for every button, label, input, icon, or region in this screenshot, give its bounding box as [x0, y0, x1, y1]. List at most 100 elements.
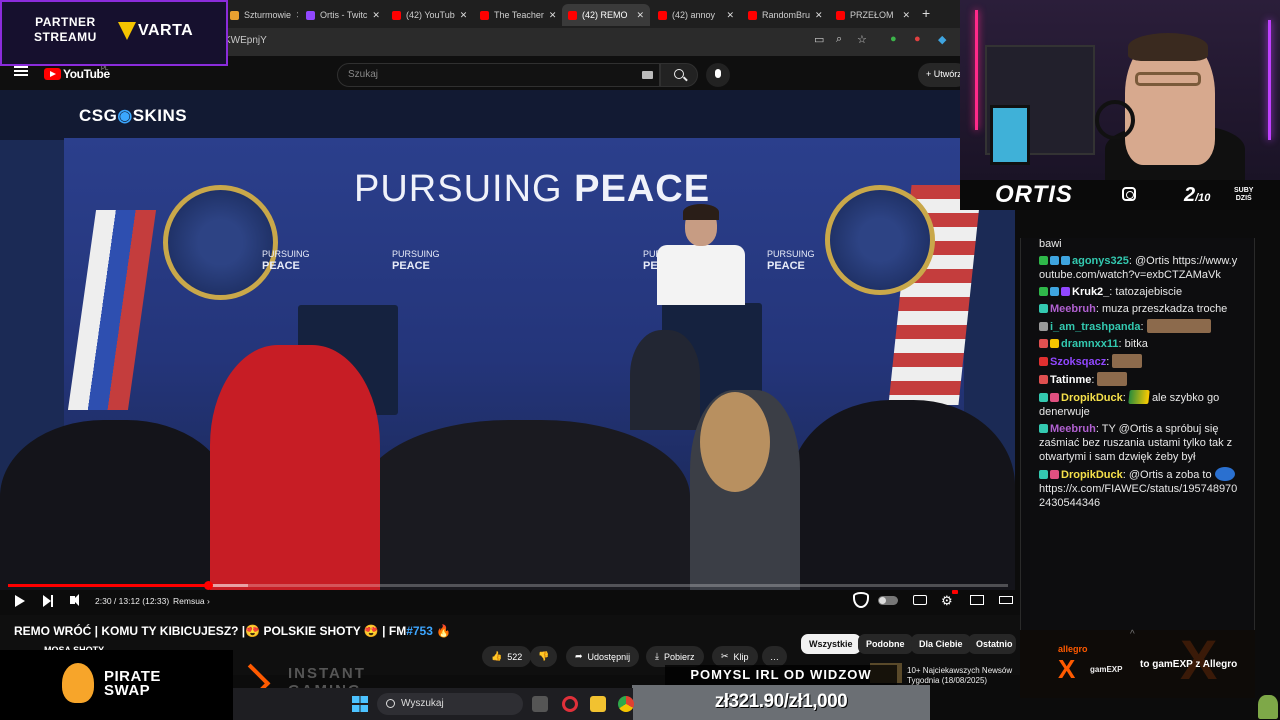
play-icon[interactable]	[15, 595, 25, 607]
thumbs-down-icon: 👎	[538, 651, 550, 661]
chat-badge-icon	[1039, 470, 1048, 479]
shield-icon[interactable]	[853, 592, 869, 608]
extension-icon[interactable]: ●	[890, 33, 897, 45]
browser-tab[interactable]: (42) REMO ✕	[562, 4, 650, 26]
neon-light	[1268, 20, 1271, 140]
autoplay-toggle[interactable]	[878, 596, 898, 605]
close-tab-icon[interactable]: ✕	[372, 10, 380, 21]
recommendation-title[interactable]: 10+ Najciekawszych Newsów Tygodnia (18/0…	[907, 666, 1012, 686]
search-button[interactable]	[660, 63, 698, 87]
chip-recent[interactable]: Ostatnio	[968, 634, 1016, 654]
youtube-logo-icon[interactable]	[44, 68, 61, 80]
progress-played	[8, 584, 208, 587]
dislike-button[interactable]: 👎	[530, 646, 558, 667]
share-button[interactable]: ➦ Udostępnij	[566, 646, 640, 667]
cast-icon[interactable]: ▭	[814, 33, 824, 46]
close-tab-icon[interactable]: ✕	[296, 10, 298, 21]
windows-start-icon[interactable]	[352, 696, 368, 712]
video-title: REMO WRÓĆ | KOMU TY KIBICUJESZ? |😍 POLSK…	[14, 624, 452, 638]
close-tab-icon[interactable]: ✕	[902, 10, 910, 21]
close-tab-icon[interactable]: ✕	[726, 10, 734, 21]
monitor	[990, 105, 1030, 165]
chat-emote	[1146, 319, 1211, 333]
tab-label: (42) REMO	[582, 10, 628, 20]
zoom-icon[interactable]: ⌕	[836, 33, 842, 46]
chat-badge-icon	[1050, 339, 1059, 348]
gamexp-logo-text: gamEXP	[1090, 665, 1123, 674]
donation-goal-amount: zł321.90/zł1,000	[632, 685, 930, 720]
close-tab-icon[interactable]: ✕	[815, 10, 823, 21]
next-icon[interactable]	[43, 595, 53, 607]
browser-tab[interactable]: Ortis - Twitc ✕	[300, 4, 384, 26]
close-tab-icon[interactable]: ✕	[460, 10, 468, 21]
chat-username[interactable]: i_am_trashpanda	[1050, 321, 1140, 333]
volume-icon[interactable]	[70, 594, 79, 606]
close-tab-icon[interactable]: ✕	[549, 10, 557, 21]
browser-tab[interactable]: Szturmowie ✕	[224, 4, 298, 26]
tab-label: RandomBru	[762, 10, 811, 20]
download-button[interactable]: ⤓ Pobierz	[646, 646, 704, 667]
browser-tab[interactable]: (42) YouTub ✕	[386, 4, 472, 26]
chat-badge-icon	[1039, 287, 1048, 296]
hashtag-link[interactable]: #753	[406, 624, 433, 638]
allegro-caption: to gamEXP z Allegro	[1140, 659, 1238, 670]
bookmark-star-icon[interactable]: ☆	[857, 33, 867, 46]
file-explorer-icon[interactable]	[590, 696, 606, 712]
partner-label: PARTNER STREAMU	[34, 15, 97, 44]
chat-username[interactable]: dramnxx11	[1061, 338, 1118, 350]
opera-icon[interactable]	[562, 696, 578, 712]
csgo-skins-logo: CSG◉SKINS	[79, 106, 188, 125]
gear-icon[interactable]: ⚙	[941, 593, 953, 609]
browser-tab[interactable]: (42) annoy ✕	[652, 4, 740, 26]
chat-message: agonys325: @Ortis https://www.youtube.co…	[1039, 255, 1238, 281]
tab-label: (42) YouTub	[406, 10, 455, 20]
crowd	[360, 420, 690, 590]
chat-username[interactable]: Tatinme	[1050, 374, 1091, 386]
create-label: Utwórz	[933, 69, 962, 79]
chat-badge-icon	[1039, 339, 1048, 348]
miniplayer-icon[interactable]	[970, 595, 984, 605]
gamexp-x-icon: X	[1058, 654, 1076, 684]
theater-mode-icon[interactable]	[999, 596, 1013, 604]
keyboard-icon[interactable]	[642, 71, 653, 79]
chat-username[interactable]: agonys325	[1072, 255, 1129, 267]
search-input[interactable]: Szukaj	[337, 63, 660, 87]
chat-username[interactable]: Szoksqacz	[1050, 356, 1106, 368]
chat-username[interactable]: Meebruh	[1050, 423, 1096, 435]
browser-tab[interactable]: The Teacher ✕	[474, 4, 560, 26]
chat-message: i_am_trashpanda:	[1039, 319, 1239, 334]
hd-badge	[952, 590, 958, 594]
more-icon: …	[770, 651, 779, 662]
browser-tab[interactable]: RandomBru ✕	[742, 4, 828, 26]
task-view-icon[interactable]	[532, 696, 548, 712]
chat-username[interactable]: Kruk2_	[1072, 286, 1109, 298]
menu-icon[interactable]	[14, 66, 28, 76]
new-tab-button[interactable]: +	[922, 5, 930, 21]
browser-tab[interactable]: PRZEŁOM ✕	[830, 4, 916, 26]
chapter-button[interactable]: Remsua ›	[173, 596, 210, 606]
taskbar-search[interactable]: Wyszukaj	[377, 693, 523, 715]
microphone-icon[interactable]	[706, 63, 730, 87]
chrome-icon[interactable]	[618, 696, 634, 712]
chip-all[interactable]: Wszystkie	[801, 634, 861, 654]
chat-badge-icon	[1039, 424, 1048, 433]
chat-text: @Ortis a zoba to	[1128, 469, 1212, 481]
close-tab-icon[interactable]: ✕	[636, 10, 644, 21]
like-button[interactable]: 👍 522	[482, 646, 532, 667]
extension-icon[interactable]: ●	[914, 33, 921, 45]
url-text[interactable]: KWEpnjY	[224, 35, 267, 46]
chip-related[interactable]: Podobne	[858, 634, 913, 654]
chat-username[interactable]: Meebruh	[1050, 303, 1096, 315]
chip-for-you[interactable]: Dla Ciebie	[911, 634, 971, 654]
subtitles-icon[interactable]	[913, 595, 927, 605]
progress-scrubber[interactable]	[204, 581, 213, 590]
clip-button[interactable]: ✂ Klip	[712, 646, 758, 667]
chat-badge-icon	[1039, 375, 1048, 384]
more-actions-button[interactable]: …	[762, 646, 787, 667]
chat-link[interactable]: https://x.com/FIAWEC/status/195748970243…	[1039, 482, 1239, 510]
chat-username[interactable]: DropikDuck	[1061, 469, 1123, 481]
chat-badge-icon	[1039, 322, 1048, 331]
video-player[interactable]: PURSUING PEACE PURSUING PEACE PURSUING PEA…	[0, 90, 1015, 590]
chat-username[interactable]: DropikDuck	[1061, 392, 1123, 404]
extension-icon[interactable]: ◆	[938, 33, 946, 46]
